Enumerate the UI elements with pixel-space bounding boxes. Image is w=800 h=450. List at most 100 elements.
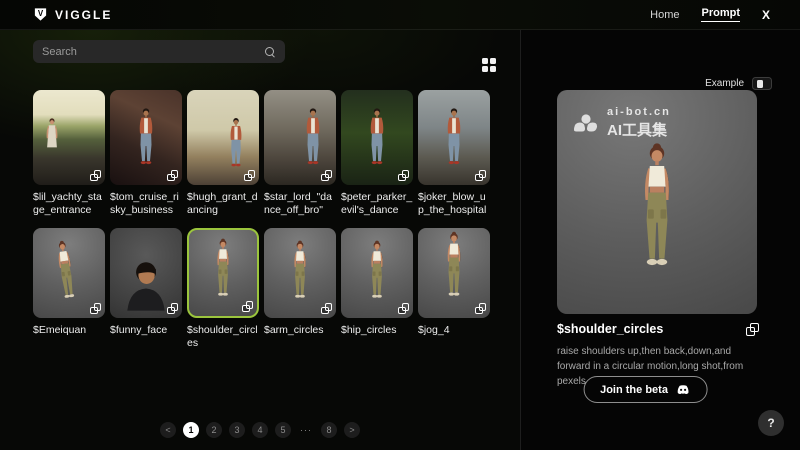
- template-thumbnail[interactable]: [264, 90, 336, 185]
- character-figure: [47, 237, 87, 315]
- template-card-lil-yachty[interactable]: $lil_yachty_stage_entrance: [33, 90, 105, 217]
- template-label: $lil_yachty_stage_entrance: [33, 191, 105, 217]
- example-toggle[interactable]: [752, 77, 772, 90]
- grid-row-2: $Emeiquan $funny_face $shoulder_circles: [33, 228, 493, 350]
- nav-home[interactable]: Home: [650, 9, 679, 21]
- template-thumbnail[interactable]: [341, 228, 413, 318]
- template-card-funny-face[interactable]: $funny_face: [110, 228, 182, 350]
- character-figure: [439, 106, 469, 181]
- template-card-hip-circles[interactable]: $hip_circles: [341, 228, 413, 350]
- join-beta-label: Join the beta: [600, 384, 668, 396]
- template-label: $peter_parker_evil's_dance: [341, 191, 413, 217]
- search-icon[interactable]: [264, 46, 276, 58]
- template-card-jog-4[interactable]: $jog_4: [418, 228, 490, 350]
- template-card-shoulder-circles[interactable]: $shoulder_circles: [187, 228, 259, 350]
- nav-x-twitter[interactable]: X: [762, 8, 770, 22]
- template-label: $jog_4: [418, 324, 490, 337]
- template-label: $funny_face: [110, 324, 182, 337]
- brand-name: VIGGLE: [55, 8, 112, 22]
- pagination-ellipsis: ···: [298, 422, 314, 438]
- template-thumbnail[interactable]: [33, 90, 105, 185]
- copy-icon[interactable]: [321, 303, 332, 314]
- template-thumbnail[interactable]: [418, 90, 490, 185]
- character-figure: [362, 106, 392, 181]
- copy-icon[interactable]: [321, 170, 332, 181]
- copy-icon[interactable]: [475, 303, 486, 314]
- brand[interactable]: V VIGGLE: [33, 7, 112, 22]
- template-card-arm-circles[interactable]: $arm_circles: [264, 228, 336, 350]
- pagination-page-1[interactable]: 1: [183, 422, 199, 438]
- grid-view-icon[interactable]: [482, 58, 496, 72]
- pagination-page-3[interactable]: 3: [229, 422, 245, 438]
- character-figure: [208, 237, 238, 312]
- top-bar: V VIGGLE Home Prompt X: [0, 0, 800, 30]
- character-figure: [39, 116, 65, 181]
- template-label: $Emeiquan: [33, 324, 105, 337]
- copy-icon[interactable]: [167, 170, 178, 181]
- character-figure: [437, 230, 471, 314]
- template-label: $star_lord_"dance_off_bro": [264, 191, 336, 217]
- template-thumbnail[interactable]: [341, 90, 413, 185]
- template-card-emeiquan[interactable]: $Emeiquan: [33, 228, 105, 350]
- character-figure: [362, 239, 392, 314]
- copy-icon[interactable]: [90, 170, 101, 181]
- pagination-prev[interactable]: <: [160, 422, 176, 438]
- nav-prompt[interactable]: Prompt: [701, 7, 740, 22]
- pagination-page-2[interactable]: 2: [206, 422, 222, 438]
- template-label: $shoulder_circles: [187, 324, 259, 350]
- template-grid: $lil_yachty_stage_entrance $tom_cruise_r…: [33, 90, 493, 350]
- join-beta-button[interactable]: Join the beta: [583, 376, 708, 403]
- svg-text:V: V: [38, 9, 44, 18]
- template-card-hugh-grant[interactable]: $hugh_grant_dancing: [187, 90, 259, 217]
- copy-icon[interactable]: [398, 303, 409, 314]
- template-card-star-lord[interactable]: $star_lord_"dance_off_bro": [264, 90, 336, 217]
- example-toggle-row: Example: [705, 77, 772, 90]
- copy-icon[interactable]: [90, 303, 101, 314]
- template-thumbnail[interactable]: [33, 228, 105, 318]
- copy-icon[interactable]: [167, 303, 178, 314]
- pagination-page-4[interactable]: 4: [252, 422, 268, 438]
- template-thumbnail[interactable]: [418, 228, 490, 318]
- template-thumbnail[interactable]: [264, 228, 336, 318]
- watermark: ai-bot.cn AI工具集: [573, 106, 671, 140]
- pagination-next[interactable]: >: [344, 422, 360, 438]
- preview-character-figure: [625, 140, 689, 300]
- viggle-logo-icon: V: [33, 7, 48, 22]
- pagination-page-5[interactable]: 5: [275, 422, 291, 438]
- copy-icon[interactable]: [746, 323, 759, 336]
- character-figure: [285, 239, 315, 314]
- copy-icon[interactable]: [244, 170, 255, 181]
- template-label: $hugh_grant_dancing: [187, 191, 259, 217]
- character-figure: [118, 252, 174, 318]
- viggle-app: V VIGGLE Home Prompt X: [0, 0, 800, 450]
- search-input[interactable]: [42, 46, 264, 58]
- template-thumbnail[interactable]: [110, 228, 182, 318]
- gallery-panel: $lil_yachty_stage_entrance $tom_cruise_r…: [0, 30, 520, 450]
- preview-media[interactable]: ai-bot.cn AI工具集: [557, 90, 757, 314]
- grid-row-1: $lil_yachty_stage_entrance $tom_cruise_r…: [33, 90, 493, 217]
- template-thumbnail-selected[interactable]: [187, 228, 259, 318]
- copy-icon[interactable]: [398, 170, 409, 181]
- template-card-peter-parker[interactable]: $peter_parker_evil's_dance: [341, 90, 413, 217]
- template-label: $arm_circles: [264, 324, 336, 337]
- search-bar[interactable]: [33, 40, 285, 63]
- watermark-line2: AI工具集: [607, 119, 671, 140]
- template-card-joker[interactable]: $joker_blow_up_the_hospital: [418, 90, 490, 217]
- template-thumbnail[interactable]: [110, 90, 182, 185]
- template-thumbnail[interactable]: [187, 90, 259, 185]
- pagination-page-8[interactable]: 8: [321, 422, 337, 438]
- template-label: $joker_blow_up_the_hospital: [418, 191, 490, 217]
- preview-title-row: $shoulder_circles: [557, 322, 759, 336]
- main-nav: Home Prompt X: [650, 7, 770, 22]
- discord-icon: [676, 383, 691, 396]
- example-label: Example: [705, 78, 744, 89]
- help-button[interactable]: ?: [758, 410, 784, 436]
- template-card-tom-cruise[interactable]: $tom_cruise_risky_business: [110, 90, 182, 217]
- copy-icon[interactable]: [242, 301, 253, 312]
- template-label: $hip_circles: [341, 324, 413, 337]
- template-label: $tom_cruise_risky_business: [110, 191, 182, 217]
- ai-bot-logo-icon: [573, 114, 599, 133]
- preview-title: $shoulder_circles: [557, 322, 663, 336]
- copy-icon[interactable]: [475, 170, 486, 181]
- watermark-line1: ai-bot.cn: [607, 106, 671, 118]
